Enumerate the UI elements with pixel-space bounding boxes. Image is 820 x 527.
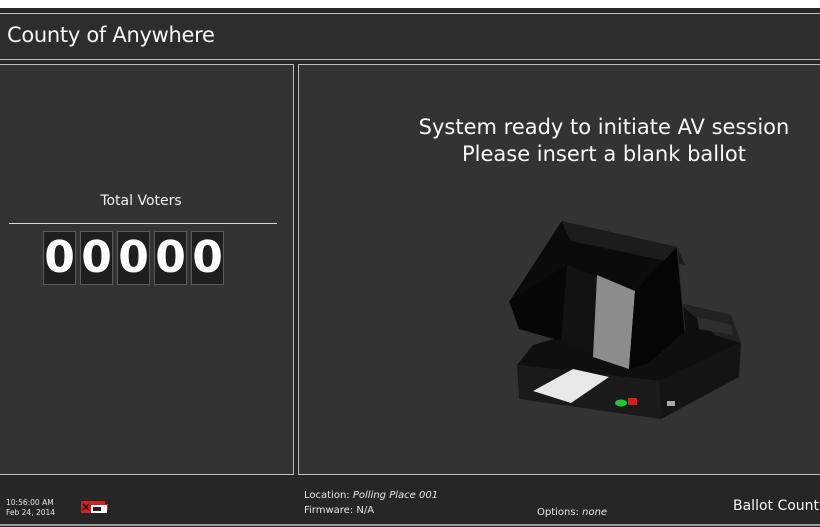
- options-line: Options: none: [537, 507, 607, 518]
- firmware-label: Firmware:: [304, 505, 354, 516]
- counter-digit: 0: [191, 231, 224, 285]
- voters-divider: [9, 223, 277, 224]
- voter-counter: 0 0 0 0 0: [43, 231, 224, 285]
- bottom-divider: [0, 524, 820, 526]
- location-line: Location: Polling Place 001: [304, 490, 438, 501]
- counter-digit: 0: [43, 231, 76, 285]
- status-message-primary: System ready to initiate AV session: [418, 115, 790, 139]
- voting-machine-screen: County of Anywhere Total Voters 0 0 0 0 …: [0, 8, 820, 527]
- battery-unplugged-icon: [81, 501, 108, 513]
- status-footer: 10:56:00 AM Feb 24, 2014 Location: Polli…: [0, 478, 820, 527]
- counter-digit: 0: [117, 231, 150, 285]
- voter-count-panel: Total Voters 0 0 0 0 0: [0, 64, 294, 475]
- clock-date: Feb 24, 2014: [6, 508, 56, 517]
- status-panel: System ready to initiate AV session Plea…: [298, 64, 820, 475]
- status-message-secondary: Please insert a blank ballot: [461, 142, 747, 166]
- counter-digit: 0: [80, 231, 113, 285]
- clock-time: 10:56:00 AM: [6, 498, 54, 507]
- counter-digit: 0: [154, 231, 187, 285]
- firmware-value: N/A: [356, 505, 375, 516]
- location-label: Location:: [304, 490, 350, 501]
- ballot-scanner-illustration: [509, 220, 741, 419]
- options-label: Options:: [537, 507, 579, 518]
- options-value: none: [582, 507, 608, 518]
- page-title: County of Anywhere: [7, 23, 215, 47]
- total-voters-label: Total Voters: [100, 193, 182, 209]
- ballot-count-label: Ballot Count: [733, 498, 820, 514]
- title-bar: County of Anywhere: [0, 13, 820, 60]
- firmware-line: Firmware: N/A: [304, 505, 374, 516]
- location-value: Polling Place 001: [352, 490, 439, 501]
